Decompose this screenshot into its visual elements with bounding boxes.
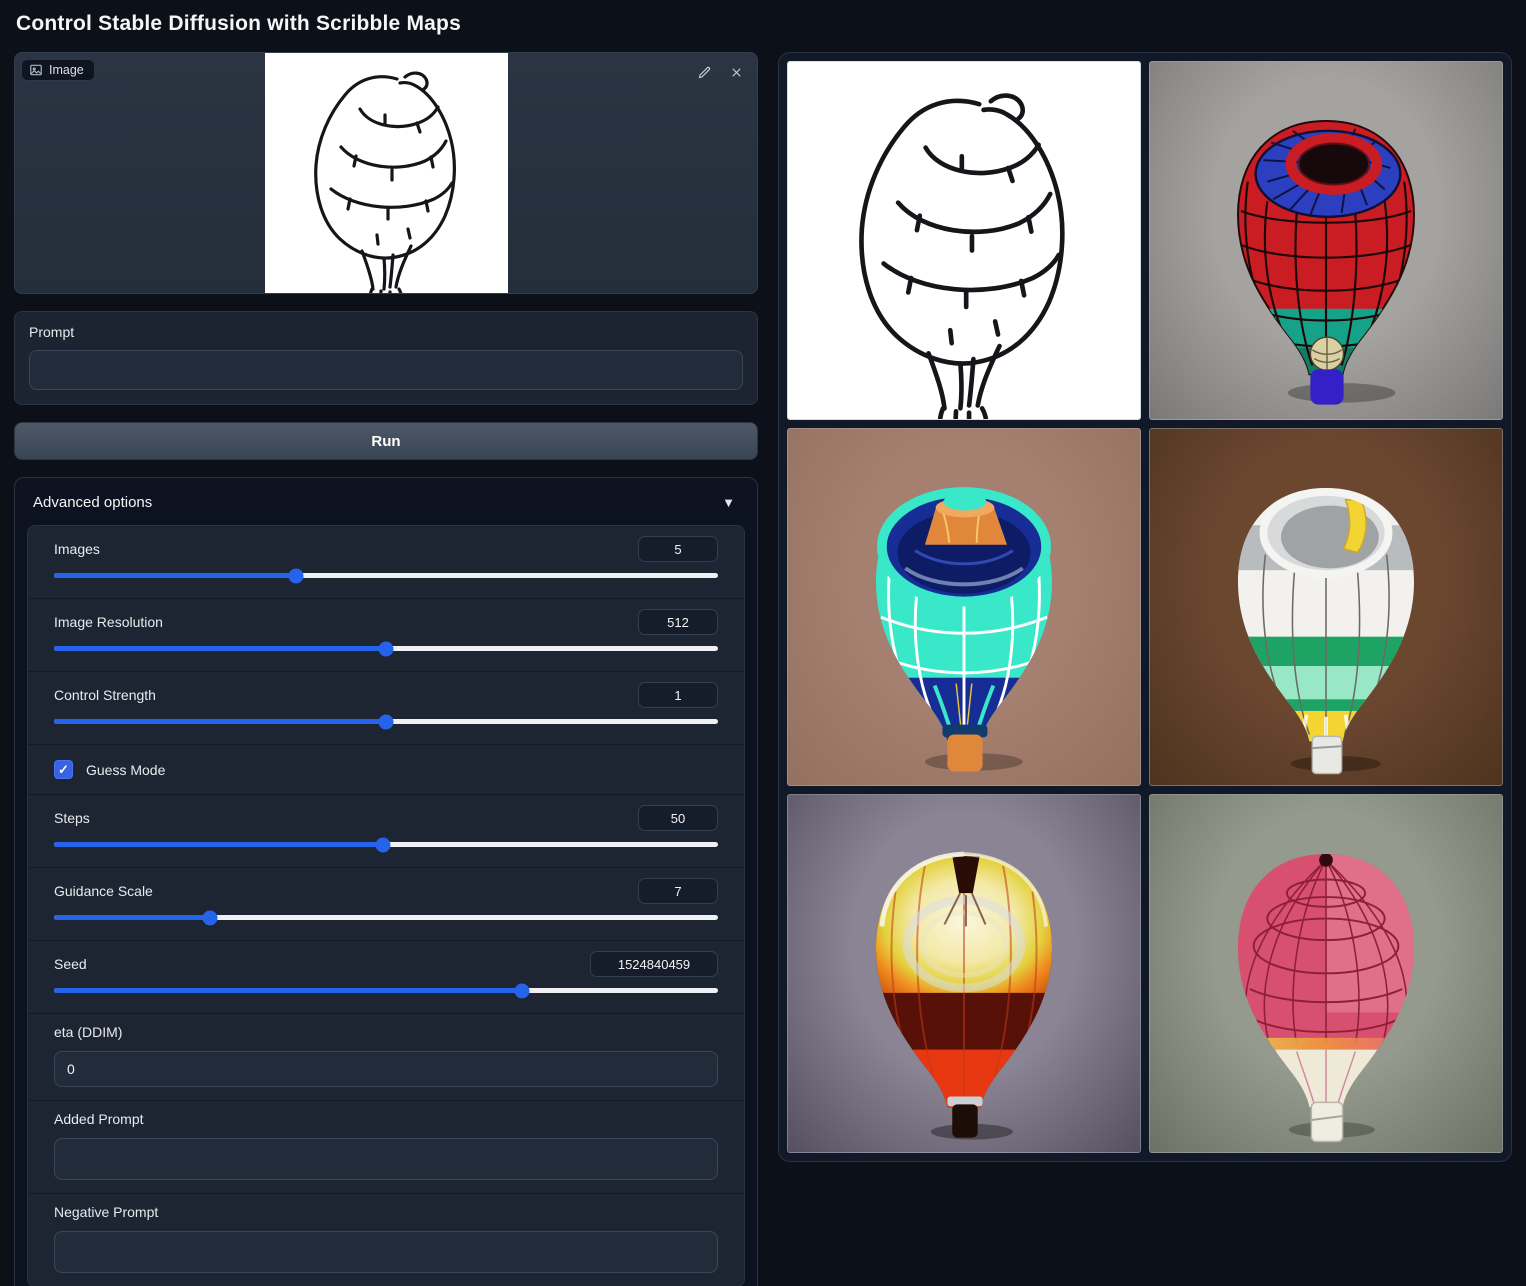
image-icon <box>30 64 42 76</box>
images-number-input[interactable] <box>638 536 718 562</box>
scribble-drawing <box>788 62 1140 419</box>
gallery-item-pink-balloon[interactable] <box>1149 794 1503 1153</box>
negative-prompt-input[interactable] <box>54 1231 718 1273</box>
seed-slider[interactable] <box>54 983 718 998</box>
scribble-drawing <box>313 71 456 293</box>
guidance-scale-label: Guidance Scale <box>54 883 153 899</box>
gallery-item-scribble[interactable] <box>787 61 1141 420</box>
guess-mode-label: Guess Mode <box>86 761 166 778</box>
advanced-options-panel: Advanced options ▼ Images Image Resoluti… <box>14 477 758 1286</box>
gallery-item-white-green-balloon[interactable] <box>1149 427 1503 787</box>
images-slider[interactable] <box>54 568 718 583</box>
edit-image-button[interactable] <box>693 61 715 83</box>
balloon-image <box>1238 487 1414 774</box>
eta-input[interactable] <box>54 1051 718 1087</box>
slider-handle[interactable] <box>202 910 218 925</box>
advanced-options-header[interactable]: Advanced options ▼ <box>27 490 745 525</box>
eta-label: eta (DDIM) <box>54 1024 123 1040</box>
seed-number-input[interactable] <box>590 951 718 977</box>
guess-mode-row[interactable]: ✓ Guess Mode <box>28 745 744 795</box>
clear-image-button[interactable] <box>725 61 747 83</box>
image-resolution-slider[interactable] <box>54 641 718 656</box>
negative-prompt-row: Negative Prompt <box>28 1194 744 1286</box>
added-prompt-label: Added Prompt <box>54 1111 144 1127</box>
slider-row-control-strength: Control Strength <box>28 672 744 745</box>
guidance-scale-number-input[interactable] <box>638 878 718 904</box>
steps-number-input[interactable] <box>638 805 718 831</box>
balloon-image <box>1238 854 1414 1143</box>
image-component-label: Image <box>21 59 95 81</box>
image-resolution-number-input[interactable] <box>638 609 718 635</box>
balloon-image <box>876 851 1052 1140</box>
slider-row-image-resolution: Image Resolution <box>28 599 744 672</box>
prompt-block: Prompt <box>14 311 758 405</box>
steps-label: Steps <box>54 810 90 826</box>
balloon-image <box>1237 120 1415 405</box>
slider-row-steps: Steps <box>28 795 744 868</box>
input-image-panel: Image <box>14 52 758 294</box>
prompt-label: Prompt <box>29 324 75 340</box>
input-scribble-image[interactable] <box>264 53 508 293</box>
added-prompt-input[interactable] <box>54 1138 718 1180</box>
gallery-item-teal-balloon[interactable] <box>787 427 1141 787</box>
slider-row-images: Images <box>28 526 744 599</box>
seed-label: Seed <box>54 956 87 972</box>
eta-row: eta (DDIM) <box>28 1014 744 1101</box>
output-gallery <box>778 52 1512 1162</box>
slider-handle[interactable] <box>378 714 394 729</box>
collapse-arrow-icon: ▼ <box>722 495 735 510</box>
control-strength-slider[interactable] <box>54 714 718 729</box>
control-strength-number-input[interactable] <box>638 682 718 708</box>
prompt-input[interactable] <box>29 350 743 390</box>
page-title: Control Stable Diffusion with Scribble M… <box>16 12 461 35</box>
slider-handle[interactable] <box>378 641 394 656</box>
steps-slider[interactable] <box>54 837 718 852</box>
slider-handle[interactable] <box>375 837 391 852</box>
negative-prompt-label: Negative Prompt <box>54 1204 159 1220</box>
gallery-item-orange-glow-balloon[interactable] <box>787 794 1141 1153</box>
run-button[interactable]: Run <box>14 422 758 460</box>
gallery-item-red-wireframe-balloon[interactable] <box>1149 61 1503 420</box>
images-label: Images <box>54 541 100 557</box>
slider-handle[interactable] <box>514 983 530 998</box>
balloon-image <box>876 486 1052 772</box>
slider-row-guidance-scale: Guidance Scale <box>28 868 744 941</box>
added-prompt-row: Added Prompt <box>28 1101 744 1194</box>
guidance-scale-slider[interactable] <box>54 910 718 925</box>
control-strength-label: Control Strength <box>54 687 156 703</box>
pencil-icon <box>698 66 710 78</box>
app-root: Control Stable Diffusion with Scribble M… <box>0 0 1526 1286</box>
slider-handle[interactable] <box>288 568 304 583</box>
close-icon <box>731 67 741 77</box>
check-icon: ✓ <box>58 761 69 777</box>
guess-mode-checkbox[interactable]: ✓ <box>54 760 73 779</box>
slider-row-seed: Seed <box>28 941 744 1014</box>
image-resolution-label: Image Resolution <box>54 614 163 630</box>
